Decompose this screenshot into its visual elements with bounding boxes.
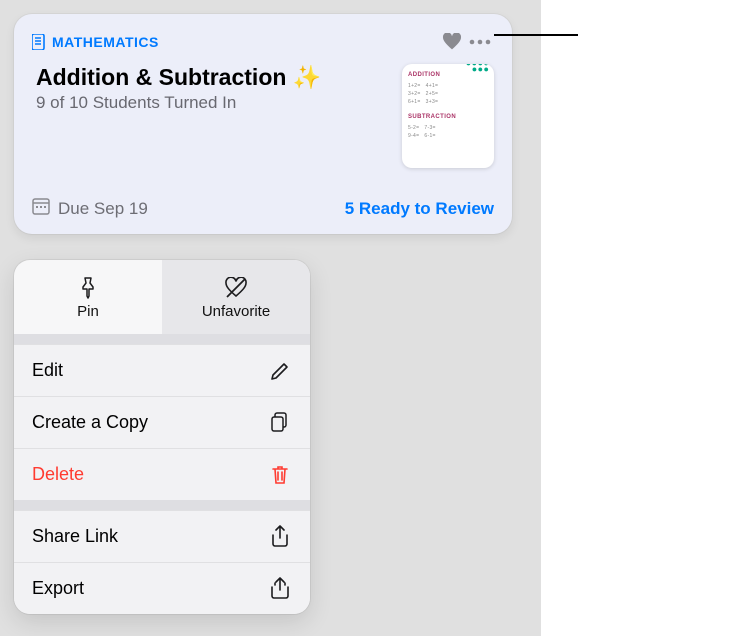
calendar-icon (32, 197, 50, 220)
unfavorite-action[interactable]: Unfavorite (162, 260, 310, 334)
callout-line (494, 34, 578, 36)
due-date: Due Sep 19 (32, 197, 148, 220)
ready-to-review-link[interactable]: 5 Ready to Review (345, 199, 494, 219)
edit-action[interactable]: Edit (14, 344, 310, 396)
export-icon (268, 577, 292, 601)
share-link-action[interactable]: Share Link (14, 510, 310, 562)
pin-icon (78, 275, 98, 301)
context-menu: Pin Unfavorite Edit Create a Copy (14, 260, 310, 614)
share-icon (268, 525, 292, 549)
assignment-thumbnail: ● ● ● ●● ● ● ADDITION 1+2= 4+1= 3+2= 2+5… (402, 64, 494, 168)
subject-label: MATHEMATICS (52, 34, 159, 50)
trash-icon (268, 464, 292, 486)
pencil-icon (268, 361, 292, 381)
edit-label: Edit (32, 360, 63, 381)
subject-icon (32, 34, 46, 50)
due-date-label: Due Sep 19 (58, 199, 148, 219)
delete-action[interactable]: Delete (14, 448, 310, 500)
pin-action[interactable]: Pin (14, 260, 162, 334)
export-label: Export (32, 578, 84, 599)
favorite-heart-icon[interactable] (438, 30, 466, 54)
delete-label: Delete (32, 464, 84, 485)
share-link-label: Share Link (32, 526, 118, 547)
create-copy-action[interactable]: Create a Copy (14, 396, 310, 448)
heart-slash-icon (224, 275, 248, 301)
unfavorite-label: Unfavorite (202, 303, 270, 320)
assignment-card[interactable]: MATHEMATICS Addition & Subtraction ✨ 9 o… (14, 14, 512, 234)
more-button[interactable] (466, 30, 494, 54)
subject-tag[interactable]: MATHEMATICS (32, 34, 159, 50)
create-copy-label: Create a Copy (32, 412, 148, 433)
pin-label: Pin (77, 303, 99, 320)
app-background: MATHEMATICS Addition & Subtraction ✨ 9 o… (0, 0, 541, 636)
export-action[interactable]: Export (14, 562, 310, 614)
copy-icon (268, 412, 292, 434)
